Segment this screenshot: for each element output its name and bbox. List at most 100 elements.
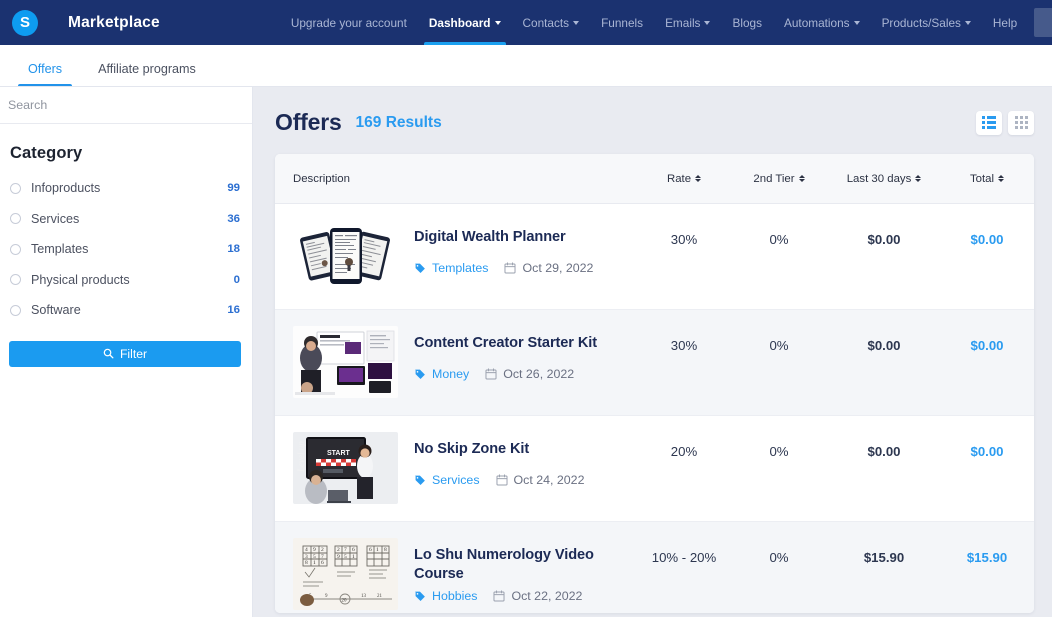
offer-thumbnail-lo-shu: 492 357 816 276 951 618 20 9 13 21 (293, 538, 398, 610)
nav-item-blogs[interactable]: Blogs (721, 0, 773, 45)
logo-area[interactable]: S (12, 9, 38, 36)
offer-info: Lo Shu Numerology Video Course Hobbies O… (414, 538, 638, 603)
sort-icon[interactable] (798, 175, 805, 182)
table-row[interactable]: START Level up No Skip Zone Kit Services… (275, 416, 1034, 522)
category-count: 36 (227, 212, 240, 225)
tab-offers[interactable]: Offers (18, 62, 73, 86)
nav-item-emails[interactable]: Emails (654, 0, 721, 45)
sort-icon[interactable] (998, 175, 1005, 182)
cell-rate: 30% (670, 232, 698, 247)
tag-icon (415, 369, 425, 379)
calendar-icon (496, 474, 508, 486)
svg-text:1: 1 (313, 560, 316, 566)
offer-name[interactable]: Digital Wealth Planner (414, 228, 638, 247)
table-header-row: Description Rate 2nd Tier Last 30 days T… (275, 154, 1034, 204)
nav-item-contacts[interactable]: Contacts (512, 0, 591, 45)
avatar[interactable] (1034, 8, 1052, 37)
filter-button-label: Filter (119, 346, 148, 361)
column-header-second-tier[interactable]: 2nd Tier (730, 173, 828, 185)
nav-item-automations[interactable]: Automations (773, 0, 871, 45)
classroom-whiteboard-icon: START Level up (293, 432, 398, 504)
offer-thumbnail-no-skip-zone: START Level up (293, 432, 398, 504)
nav-item-label: Contacts (522, 15, 570, 30)
category-item-infoproducts[interactable]: Infoproducts 99 (0, 173, 252, 204)
offer-info: Digital Wealth Planner Templates Oct 29,… (414, 220, 638, 275)
column-header-rate[interactable]: Rate (638, 173, 730, 185)
offer-date-label: Oct 22, 2022 (511, 589, 583, 604)
offer-tag[interactable]: Templates (414, 261, 488, 275)
category-label: Physical products (31, 272, 130, 287)
svg-text:21: 21 (377, 594, 383, 599)
offer-tag[interactable]: Services (414, 473, 480, 487)
navbar-menu: Upgrade your account Dashboard Contacts … (280, 0, 1052, 45)
offer-name[interactable]: Content Creator Starter Kit (414, 334, 638, 353)
svg-text:2: 2 (337, 547, 340, 553)
offer-tag[interactable]: Hobbies (414, 589, 477, 603)
digital-planner-tablets-icon (293, 220, 398, 292)
cell-total: $0.00 (970, 338, 1004, 353)
offer-name[interactable]: Lo Shu Numerology Video Course (414, 546, 638, 583)
main-content: Offers 169 Results Description Rate 2nd … (253, 87, 1052, 617)
svg-text:20: 20 (342, 599, 348, 604)
sort-icon[interactable] (695, 175, 702, 182)
svg-text:1: 1 (376, 547, 379, 553)
list-view-button[interactable] (976, 110, 1002, 135)
sort-icon[interactable] (915, 175, 922, 182)
cell-last-30-days: $15.90 (863, 550, 905, 565)
offer-date: Oct 24, 2022 (496, 473, 584, 487)
svg-text:8: 8 (305, 560, 308, 566)
column-header-description: Description (293, 172, 350, 185)
grid-view-button[interactable] (1008, 110, 1034, 135)
category-item-templates[interactable]: Templates 18 (0, 234, 252, 265)
column-header-total[interactable]: Total (940, 173, 1034, 185)
active-nav-underline (423, 42, 506, 45)
nav-item-funnels[interactable]: Funnels (590, 0, 654, 45)
cell-last-30-days: $0.00 (867, 232, 901, 247)
offer-name[interactable]: No Skip Zone Kit (414, 440, 638, 459)
offer-tag-label: Hobbies (432, 589, 478, 604)
svg-text:6: 6 (352, 547, 355, 553)
chevron-down-icon (853, 21, 860, 25)
svg-text:4: 4 (305, 547, 308, 553)
radio-icon[interactable] (10, 243, 21, 255)
tab-affiliate-programs[interactable]: Affiliate programs (88, 62, 206, 86)
nav-item-label: Products/Sales (881, 15, 961, 30)
main-header: Offers 169 Results (253, 87, 1052, 136)
search-input[interactable] (8, 98, 244, 112)
column-header-label: Total (969, 172, 995, 185)
category-count: 18 (227, 243, 240, 256)
nav-item-label: Help (992, 15, 1018, 30)
nav-item-products-sales[interactable]: Products/Sales (871, 0, 982, 45)
category-item-physical-products[interactable]: Physical products 0 (0, 265, 252, 296)
radio-icon[interactable] (10, 213, 21, 225)
column-header-last-30-days[interactable]: Last 30 days (828, 173, 940, 185)
filter-button[interactable]: Filter (9, 340, 241, 367)
radio-icon[interactable] (10, 182, 21, 194)
offer-tag[interactable]: Money (414, 367, 469, 381)
category-item-software[interactable]: Software 16 (0, 295, 252, 326)
radio-icon[interactable] (10, 274, 21, 286)
nav-item-help[interactable]: Help (982, 0, 1028, 45)
category-count: 99 (227, 182, 240, 195)
table-row[interactable]: 492 357 816 276 951 618 20 9 13 21 Lo Sh… (275, 522, 1034, 613)
table-row[interactable]: Content Creator Starter Kit Money Oct 26… (275, 310, 1034, 416)
radio-icon[interactable] (10, 304, 21, 316)
svg-text:8: 8 (384, 547, 387, 553)
cell-rate: 30% (670, 338, 698, 353)
svg-text:2: 2 (321, 547, 324, 553)
chevron-down-icon (494, 21, 501, 25)
table-row[interactable]: Digital Wealth Planner Templates Oct 29,… (275, 204, 1034, 310)
brand-logo-icon[interactable]: S (12, 9, 38, 36)
tab-label: Affiliate programs (98, 62, 196, 76)
nav-item-upgrade[interactable]: Upgrade your account (280, 0, 418, 45)
nav-item-dashboard[interactable]: Dashboard (418, 0, 512, 45)
cell-last-30-days: $0.00 (867, 444, 901, 459)
cell-rate: 10% - 20% (651, 550, 717, 565)
category-item-services[interactable]: Services 36 (0, 204, 252, 235)
category-count: 16 (227, 304, 240, 317)
category-count: 0 (233, 273, 240, 286)
active-tab-underline (18, 83, 73, 86)
numerology-grid-notes-icon: 492 357 816 276 951 618 20 9 13 21 (293, 538, 398, 610)
svg-text:5: 5 (344, 554, 347, 560)
offer-meta: Hobbies Oct 22, 2022 (414, 589, 638, 603)
